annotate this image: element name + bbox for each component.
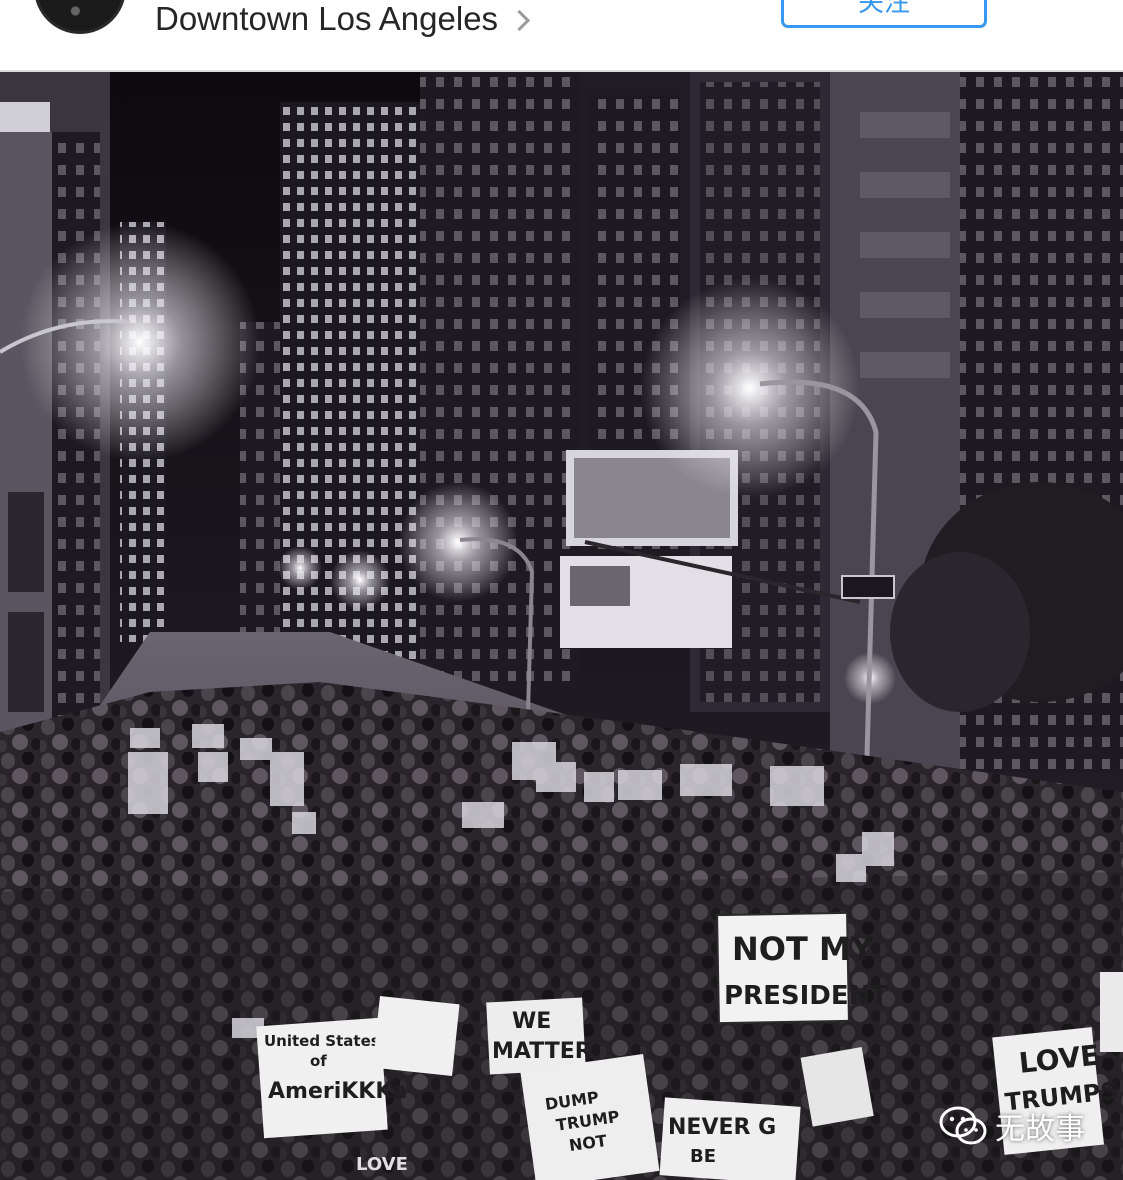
post-header: Downtown Los Angeles 关注: [0, 0, 1123, 72]
chevron-right-icon: [508, 9, 531, 31]
follow-button[interactable]: 关注: [781, 0, 987, 28]
sign-of-text: of: [310, 1052, 327, 1070]
sign-amerikkka-text: AmeriKKKa: [268, 1079, 407, 1104]
sign-be-text: BE: [690, 1146, 716, 1167]
sign-president-text: PRESIDENT: [724, 981, 888, 1011]
wechat-icon: [939, 1106, 987, 1145]
sign-dump-trump: DUMP TRUMP NOT: [520, 1053, 660, 1180]
post-view: Downtown Los Angeles 关注 NOT MY PRESIDENT…: [0, 0, 1123, 1180]
sign-matter-text: MATTER: [492, 1039, 592, 1064]
watermark: 无故事: [939, 1104, 1085, 1148]
location-link[interactable]: Downtown Los Angeles: [155, 0, 531, 42]
shirt-love-text: LOVE: [356, 1154, 408, 1175]
sign-not-my-text: NOT MY: [732, 930, 875, 968]
sign-never: NEVER G BE: [659, 1097, 801, 1180]
sign-love-shirt: LOVE: [356, 1154, 408, 1175]
sign-never-text: NEVER G: [668, 1115, 776, 1140]
avatar[interactable]: [34, 0, 126, 34]
protest-photo-svg: NOT MY PRESIDENT United States of AmeriK…: [0, 72, 1123, 1180]
location-label: Downtown Los Angeles: [155, 0, 499, 37]
sign-we-text: WE: [512, 1009, 551, 1034]
watermark-text: 无故事: [995, 1112, 1085, 1147]
sign-united-states-text: United States: [264, 1032, 380, 1050]
sign-we-matter: WE MATTER: [486, 997, 592, 1075]
post-photo[interactable]: NOT MY PRESIDENT United States of AmeriK…: [0, 72, 1123, 1180]
